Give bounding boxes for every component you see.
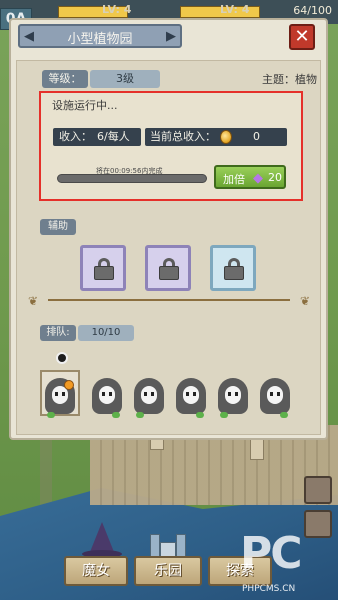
swirl-icon: ❦	[299, 294, 310, 308]
flower-icon	[64, 380, 74, 390]
gem-icon: ◆	[253, 171, 263, 186]
run-status-text: 设施运行中...	[52, 99, 118, 112]
boost-cost: 20	[268, 171, 282, 184]
watermark-url: PHPCMS.CN	[242, 584, 296, 594]
coin-icon	[220, 130, 232, 144]
income-label: 收入：	[59, 130, 92, 143]
progress-bar	[57, 174, 207, 183]
assist-slot[interactable]	[210, 245, 256, 291]
queue-member[interactable]	[174, 378, 208, 418]
coin-counter: 64/100	[293, 4, 332, 17]
lock-icon	[159, 258, 179, 280]
ornament-divider: ❦ ❦	[28, 294, 310, 308]
player-level: LV: 4	[220, 3, 250, 16]
assist-label: 辅助	[40, 219, 76, 235]
lock-icon	[224, 258, 244, 280]
nav-witch-button[interactable]: 魔女	[64, 556, 128, 586]
close-button[interactable]: ✕	[289, 24, 315, 50]
level-label: 等级：	[42, 70, 88, 88]
chest-icon[interactable]	[304, 476, 332, 504]
facility-title-bar: ◀ 小型植物园 ▶	[18, 24, 182, 48]
status-dot-icon	[56, 352, 68, 364]
total-income-value: 0	[253, 130, 260, 143]
boost-button[interactable]: 加倍 ◆ 20	[214, 165, 286, 189]
queue-member[interactable]	[216, 378, 250, 418]
watermark: PC PHPCMS.CN	[232, 528, 332, 598]
nav-castle-button[interactable]: 乐园	[134, 556, 202, 586]
assist-slot[interactable]	[80, 245, 126, 291]
theme-label: 主题：植物	[262, 73, 317, 86]
assist-slot[interactable]	[145, 245, 191, 291]
lock-icon	[94, 258, 114, 280]
player-level: LV: 4	[102, 3, 132, 16]
watermark-logo: PC	[240, 528, 303, 579]
facility-title: 小型植物园	[67, 32, 133, 47]
total-income-label: 当前总收入：	[150, 130, 216, 143]
next-arrow-icon[interactable]: ▶	[166, 29, 176, 44]
boost-label: 加倍	[223, 173, 245, 186]
queue-member[interactable]	[90, 378, 124, 418]
swirl-icon: ❦	[28, 294, 39, 308]
queue-label: 排队:	[40, 325, 76, 341]
queue-member[interactable]	[132, 378, 166, 418]
income-box: 收入： 6/每人	[53, 128, 141, 146]
queue-count: 10/10	[78, 325, 134, 341]
queue-member[interactable]	[258, 378, 292, 418]
level-value: 3级	[90, 70, 160, 88]
total-income-box: 当前总收入： 0	[145, 128, 287, 146]
income-value: 6/每人	[97, 130, 130, 143]
